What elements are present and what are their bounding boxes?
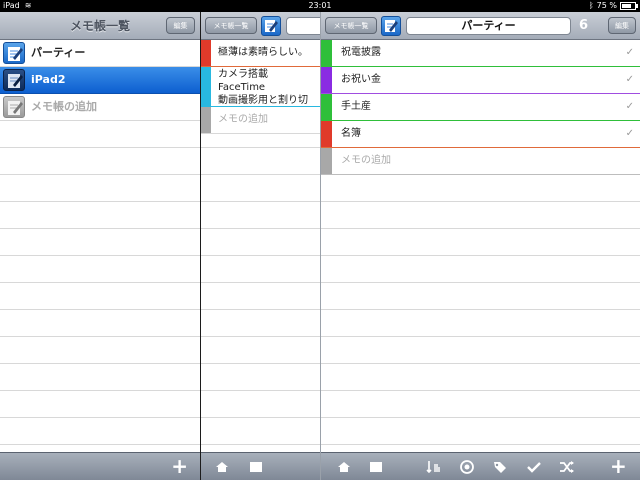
add-memo-label: メモの追加 [218, 114, 268, 125]
notebook-list-toolbar: + [0, 452, 200, 480]
item-color-strip [321, 40, 332, 66]
todo-item[interactable]: 祝電披露 ✓ [321, 40, 640, 67]
memo-color-strip [201, 107, 211, 133]
add-notebook-item[interactable]: メモ帳の追加 [0, 94, 200, 121]
check-icon[interactable]: ✓ [626, 40, 634, 66]
memo-text-line: カメラ搭載 [218, 69, 268, 80]
memo-list-toolbar [201, 452, 320, 480]
todo-item-label: 名簿 [341, 128, 361, 139]
edit-button-label: 編集 [615, 22, 629, 30]
memo-text-line: FaceTime [218, 82, 266, 93]
check-icon[interactable]: ✓ [626, 94, 634, 120]
memo-detail-navbar: メモ帳一覧 パーティー 6 編集 [321, 12, 640, 40]
notebook-item-label: iPad2 [31, 73, 66, 86]
status-bar: iPad ≋ 23:01 ᛒ 75 % [0, 0, 640, 12]
check-icon[interactable] [525, 458, 543, 476]
compose-button[interactable] [381, 16, 401, 36]
item-color-strip [321, 148, 332, 174]
notebook-title-field[interactable]: パーティー [406, 17, 571, 35]
battery-icon [620, 2, 638, 10]
memo-list: 極薄は素晴らしい。 カメラ搭載 FaceTime 動画撮影用と割り切 メモの追加 [201, 40, 320, 452]
clock-icon[interactable] [458, 458, 476, 476]
memo-detail-pane: メモ帳一覧 パーティー 6 編集 祝電披露 ✓ お祝い金 ✓ 手土産 ✓ 名簿 … [321, 12, 640, 480]
home-icon[interactable] [213, 458, 231, 476]
todo-item[interactable]: 手土産 ✓ [321, 94, 640, 121]
stop-icon[interactable] [247, 458, 265, 476]
notebook-item-ipad2[interactable]: iPad2 [0, 67, 200, 94]
stop-icon[interactable] [367, 458, 385, 476]
sort-icon[interactable] [424, 458, 442, 476]
add-todo-label: メモの追加 [341, 155, 391, 166]
item-color-strip [321, 94, 332, 120]
todo-item[interactable]: 名簿 ✓ [321, 121, 640, 148]
memo-list-pane: メモ帳一覧 極薄は素晴らしい。 カメラ搭載 FaceTime 動画撮影用と割り切… [201, 12, 320, 480]
todo-item[interactable]: お祝い金 ✓ [321, 67, 640, 94]
compose-button[interactable] [261, 16, 281, 36]
todo-item-label: 手土産 [341, 101, 371, 112]
todo-item-label: 祝電披露 [341, 47, 381, 58]
memo-list-navbar: メモ帳一覧 [201, 12, 320, 40]
edit-button[interactable]: 編集 [608, 17, 636, 34]
memo-item[interactable]: カメラ搭載 FaceTime 動画撮影用と割り切 [201, 67, 320, 107]
check-icon[interactable]: ✓ [626, 67, 634, 93]
back-to-notebooks-button[interactable]: メモ帳一覧 [325, 17, 377, 34]
memo-item[interactable]: 極薄は素晴らしい。 [201, 40, 320, 67]
check-icon[interactable]: ✓ [626, 121, 634, 147]
item-color-strip [321, 67, 332, 93]
todo-list: 祝電披露 ✓ お祝い金 ✓ 手土産 ✓ 名簿 ✓ メモの追加 [321, 40, 640, 452]
back-to-notebooks-button[interactable]: メモ帳一覧 [205, 17, 257, 34]
notebook-add-icon [3, 96, 25, 118]
notebook-item-label: メモ帳の追加 [31, 100, 97, 113]
item-count: 6 [579, 18, 589, 33]
add-memo-item[interactable]: メモの追加 [201, 107, 320, 134]
memo-text: 極薄は素晴らしい。 [218, 47, 308, 58]
edit-button[interactable]: 編集 [166, 17, 195, 34]
battery-percent: 75 % [596, 1, 617, 10]
status-right: ᛒ 75 % [588, 0, 638, 12]
notebook-list-pane: メモ帳一覧 編集 パーティー iPad2 メモ帳の追加 + [0, 12, 200, 480]
home-icon[interactable] [335, 458, 353, 476]
item-color-strip [321, 121, 332, 147]
status-time: 23:01 [308, 1, 332, 10]
notebook-list-navbar: メモ帳一覧 編集 [0, 12, 200, 40]
memo-text-line: 動画撮影用と割り切 [218, 95, 308, 106]
todo-item-label: お祝い金 [341, 74, 381, 85]
bluetooth-icon: ᛒ [588, 1, 594, 10]
add-todo-item[interactable]: メモの追加 [321, 148, 640, 175]
notebook-item-label: パーティー [31, 46, 86, 59]
memo-detail-toolbar: + [321, 452, 640, 480]
notebook-list: パーティー iPad2 メモ帳の追加 [0, 40, 200, 452]
shuffle-icon[interactable] [558, 458, 576, 476]
memo-color-strip [201, 67, 211, 106]
notebook-edit-icon [3, 69, 25, 91]
compose-icon [385, 20, 398, 32]
add-notebook-button[interactable]: + [171, 455, 188, 477]
compose-icon [265, 20, 278, 32]
memo-title-field[interactable] [286, 17, 320, 35]
notebook-item-party[interactable]: パーティー [0, 40, 200, 67]
memo-color-strip [201, 40, 211, 66]
add-icon[interactable]: + [610, 455, 627, 477]
notebook-edit-icon [3, 42, 25, 64]
tag-icon[interactable] [491, 458, 509, 476]
